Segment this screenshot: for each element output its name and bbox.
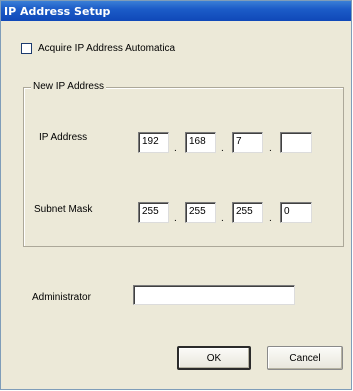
ip-octet-4-input[interactable]	[280, 132, 312, 153]
subnet-dot-2: .	[221, 213, 224, 224]
ip-address-label: IP Address	[39, 132, 88, 143]
subnet-octet-2-input[interactable]: 255	[185, 202, 216, 223]
administrator-input[interactable]	[133, 285, 295, 305]
ip-dot-2: .	[221, 143, 224, 154]
new-ip-groupbox	[23, 87, 344, 247]
ok-button[interactable]: OK	[177, 346, 251, 370]
subnet-mask-label: Subnet Mask	[34, 204, 93, 215]
ip-octet-2-input[interactable]: 168	[185, 132, 216, 153]
ip-dot-1: .	[174, 143, 177, 154]
auto-ip-checkbox[interactable]	[21, 42, 32, 54]
administrator-label: Administrator	[32, 292, 91, 303]
new-ip-group-legend: New IP Address	[31, 81, 106, 92]
ip-octet-3-input[interactable]: 7	[232, 132, 263, 153]
subnet-dot-1: .	[174, 213, 177, 224]
subnet-octet-4-input[interactable]: 0	[280, 202, 312, 223]
ip-octet-1-input[interactable]: 192	[138, 132, 169, 153]
cancel-button[interactable]: Cancel	[267, 346, 343, 370]
auto-ip-checkbox-row[interactable]: Acquire IP Address Automatica	[21, 41, 175, 55]
auto-ip-label: Acquire IP Address Automatica	[38, 42, 176, 54]
ip-dot-3: .	[269, 143, 272, 154]
subnet-dot-3: .	[269, 213, 272, 224]
dialog-window: IP Address Setup Acquire IP Address Auto…	[0, 0, 352, 390]
subnet-octet-1-input[interactable]: 255	[138, 202, 169, 223]
subnet-octet-3-input[interactable]: 255	[232, 202, 263, 223]
window-title: IP Address Setup	[1, 1, 351, 21]
